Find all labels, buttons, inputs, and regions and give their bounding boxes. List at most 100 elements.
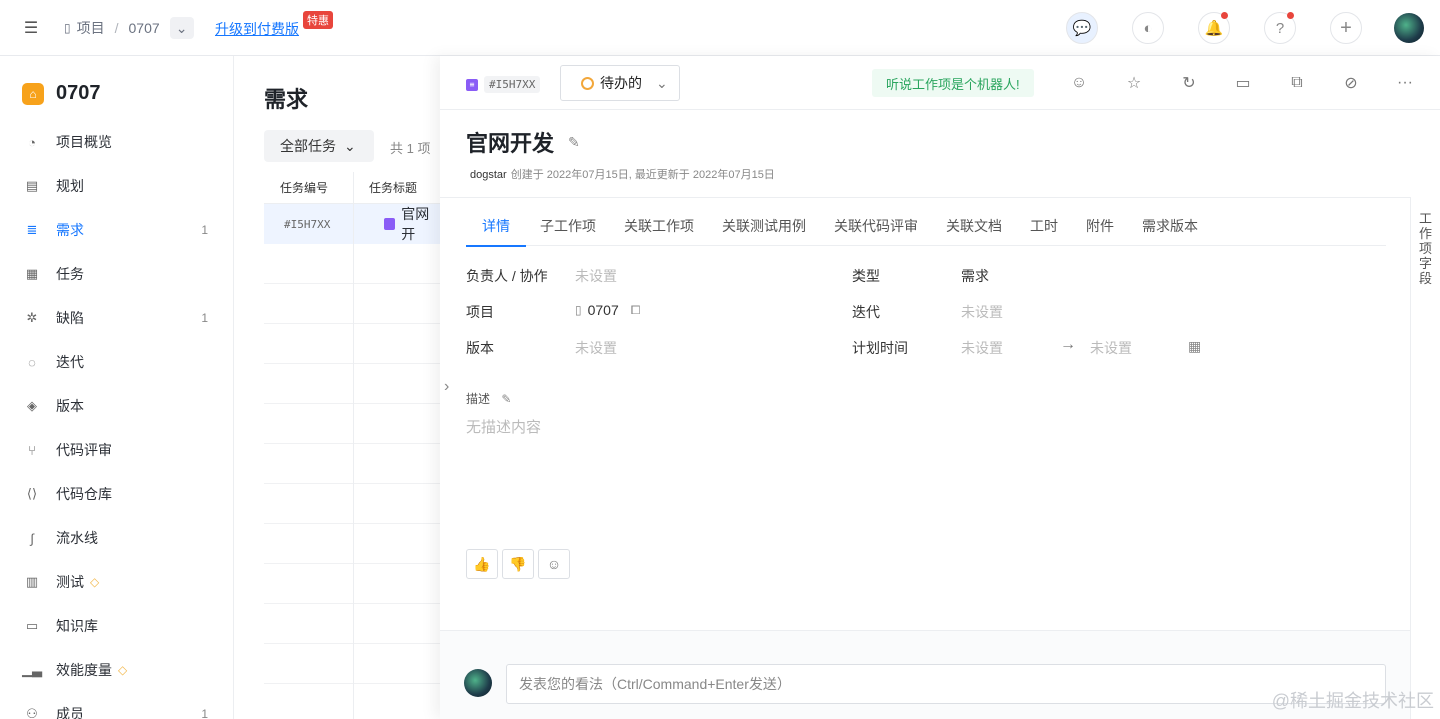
promo-badge: 特惠 [303, 11, 333, 29]
tab-linked-reviews[interactable]: 关联代码评审 [820, 206, 932, 246]
column-divider [353, 172, 354, 719]
bell-icon[interactable]: 🔔 [1198, 12, 1230, 44]
edit-icon[interactable]: ✎ [501, 392, 511, 406]
refresh-icon[interactable]: ↻ [1178, 72, 1200, 94]
tab-linked-tests[interactable]: 关联测试用例 [708, 206, 820, 246]
requirement-type-icon: ≡ [466, 78, 478, 91]
plan-start-value[interactable]: 未设置 [961, 338, 1003, 358]
chevron-down-icon[interactable]: ⌄ [169, 17, 194, 39]
diamond-icon: ◇ [118, 663, 128, 677]
sidebar-item-code-review[interactable]: ⑂ 代码评审 [0, 428, 234, 472]
item-title: 官网开发 [466, 131, 555, 156]
sidebar-item-repository[interactable]: ⟨⟩ 代码仓库 [0, 472, 234, 516]
detail-tabs: 详情 子工作项 关联工作项 关联测试用例 关联代码评审 关联文档 工时 附件 需… [466, 206, 1386, 247]
tab-req-versions[interactable]: 需求版本 [1128, 206, 1212, 246]
sidebar-item-testing[interactable]: ▥ 测试 ◇ [0, 560, 234, 604]
version-label: 版本 [466, 340, 494, 356]
sidebar-item-wiki[interactable]: ▭ 知识库 [0, 604, 234, 648]
help-dot [1287, 12, 1294, 19]
sidebar-item-tasks[interactable]: ▦ 任务 [0, 252, 234, 296]
more-icon[interactable]: ··· [1394, 72, 1416, 94]
user-avatar[interactable] [1394, 13, 1424, 43]
copy-icon[interactable]: ⧉ [1286, 72, 1308, 94]
project-logo-icon: ⌂ [22, 82, 44, 105]
field-sidebar-toggle[interactable]: 工作项字段 [1410, 197, 1440, 719]
detail-panel: ≡ #I5H7XX 待办的 ⌄ 听说工作项是个机器人! ☺ ☆ ↻ ▭ ⧉ ⊘ … [440, 56, 1440, 719]
avatar [464, 669, 492, 697]
plan-end-value[interactable]: 未设置 [1090, 338, 1132, 358]
sidebar-item-members[interactable]: ⚇ 成员 1 [0, 692, 234, 719]
project-label: 项目 [466, 304, 494, 320]
comment-bar: 发表您的看法（Ctrl/Command+Enter发送） [440, 630, 1410, 719]
assistant-icon[interactable]: ◐ [1132, 12, 1164, 44]
calendar-icon[interactable]: ▦ [1188, 338, 1201, 355]
sidebar-item-iterations[interactable]: ◌ 迭代 [0, 340, 234, 384]
task-icon: ▦ [25, 266, 39, 281]
version-value[interactable]: 未设置 [575, 338, 617, 358]
upgrade-link[interactable]: 升级到付费版 [215, 19, 299, 39]
plan-time-label: 计划时间 [852, 340, 908, 356]
item-id-tag[interactable]: ≡ #I5H7XX [466, 76, 541, 93]
owner-value[interactable]: 未设置 [575, 266, 617, 286]
count-badge: 1 [201, 311, 208, 325]
sidebar-item-planning[interactable]: ▤ 规划 [0, 164, 234, 208]
open-window-icon[interactable]: ⧠ [631, 303, 641, 318]
gauge-icon: ◔ [28, 134, 36, 150]
project-value[interactable]: ▯ 0707 ⧠ [575, 302, 640, 318]
type-label: 类型 [852, 268, 880, 284]
layout-icon[interactable]: ▭ [1232, 72, 1254, 94]
cycle-icon: ◌ [28, 354, 36, 370]
menu-icon[interactable]: ☰ [16, 14, 46, 42]
breadcrumb-separator: / [114, 20, 119, 36]
sidebar-item-pipeline[interactable]: ∫ 流水线 [0, 516, 234, 560]
chevron-down-icon: ⌄ [656, 74, 668, 91]
creator-name[interactable]: dogstar [470, 169, 507, 181]
tab-linked-items[interactable]: 关联工作项 [610, 206, 708, 246]
tab-linked-docs[interactable]: 关联文档 [932, 206, 1016, 246]
type-value[interactable]: 需求 [961, 266, 989, 286]
sidebar-item-bugs[interactable]: ✲ 缺陷 1 [0, 296, 234, 340]
star-icon[interactable]: ☆ [1123, 72, 1145, 94]
status-dropdown[interactable]: 待办的 ⌄ [560, 65, 680, 101]
description-empty: 无描述内容 [466, 419, 542, 436]
sidebar-item-overview[interactable]: ◔ 项目概览 [0, 120, 234, 164]
row-title: 官网开 [401, 206, 430, 242]
divider [440, 197, 1410, 198]
tab-attachments[interactable]: 附件 [1072, 206, 1128, 246]
tab-details[interactable]: 详情 [466, 206, 526, 247]
breadcrumb-current[interactable]: 0707 [129, 20, 160, 36]
column-header-id: 任务编号 [280, 181, 329, 195]
sidebar-item-metrics[interactable]: ▁▃ 效能度量 ◇ [0, 648, 234, 692]
breadcrumb-projects[interactable]: 项目 [77, 18, 105, 38]
edit-icon[interactable]: ✎ [568, 134, 580, 151]
sidebar-nav: ◔ 项目概览 ▤ 规划 ≣ 需求 1 ▦ 任务 ✲ 缺陷 1 ◌ 迭代 ◈ 版本 ⑂ 代码评审 ⟨⟩… [0, 120, 234, 719]
project-header[interactable]: ⌂ 0707 [22, 82, 101, 105]
chat-bot-icon[interactable]: 💬 [1066, 12, 1098, 44]
thumbs-down-icon[interactable]: 👎 [502, 549, 534, 579]
help-icon[interactable]: ? [1264, 12, 1296, 44]
robot-icon[interactable]: ☺ [1068, 72, 1090, 94]
iteration-value[interactable]: 未设置 [961, 302, 1003, 322]
tab-subitems[interactable]: 子工作项 [526, 206, 610, 246]
sidebar-item-requirements[interactable]: ≣ 需求 1 [0, 208, 234, 252]
owner-label: 负责人 / 协作 [466, 268, 548, 284]
pipeline-icon: ∫ [30, 530, 34, 546]
tab-worklog[interactable]: 工时 [1016, 206, 1072, 246]
sidebar-item-versions[interactable]: ◈ 版本 [0, 384, 234, 428]
task-filter-dropdown[interactable]: 全部任务 ⌄ [264, 130, 374, 162]
doc-icon: ▤ [25, 178, 39, 193]
members-icon: ⚇ [26, 706, 38, 719]
column-header-title: 任务标题 [369, 181, 418, 195]
add-icon[interactable]: + [1330, 12, 1362, 44]
table-row[interactable]: #I5H7XX 官网开 [264, 204, 440, 244]
breadcrumb: ▯ 项目 / 0707 ⌄ [64, 17, 194, 39]
status-ring-icon [581, 76, 594, 90]
thumbs-up-icon[interactable]: 👍 [466, 549, 498, 579]
branch-icon: ⑂ [28, 442, 36, 458]
emoji-icon[interactable]: ☺ [538, 549, 570, 579]
chevron-right-icon[interactable]: › [444, 378, 449, 396]
comment-input[interactable]: 发表您的看法（Ctrl/Command+Enter发送） [506, 664, 1386, 704]
attachment-icon[interactable]: ⊘ [1340, 72, 1362, 94]
code-icon: ⟨⟩ [26, 486, 38, 501]
description-section: 描述 ✎ [466, 390, 511, 407]
